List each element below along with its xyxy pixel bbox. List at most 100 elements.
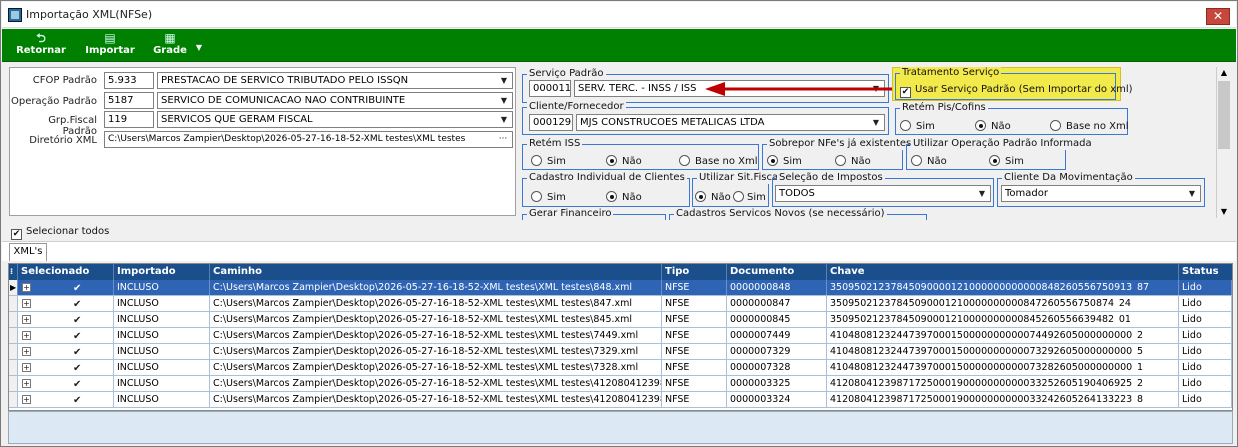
- row-checkbox[interactable]: ✔: [73, 377, 81, 391]
- col-selecionado[interactable]: Selecionado: [18, 264, 114, 280]
- utilizar-op-sim[interactable]: Sim: [989, 155, 1024, 167]
- sobrepor-sim[interactable]: Sim: [767, 155, 802, 167]
- column-chooser-icon[interactable]: ⁝: [9, 264, 18, 280]
- expand-icon[interactable]: +: [22, 347, 31, 356]
- cliente-title: Cliente/Fornecedor: [527, 101, 626, 113]
- grp-fiscal-desc-field[interactable]: SERVICOS QUE GERAM FISCAL ▼: [157, 111, 513, 128]
- retem-pis-nao[interactable]: Não: [975, 120, 1011, 132]
- col-documento[interactable]: Documento: [727, 264, 827, 280]
- col-chave[interactable]: Chave: [827, 264, 1179, 280]
- cell-chave: 3509502123784509000012100000000000084826…: [827, 280, 1179, 295]
- cell-importado: INCLUSO: [114, 376, 210, 391]
- scroll-down-icon[interactable]: ▼: [1217, 206, 1231, 218]
- scroll-thumb[interactable]: [1218, 81, 1230, 149]
- col-status[interactable]: Status: [1179, 264, 1232, 280]
- radio-icon: [911, 155, 922, 166]
- row-checkbox[interactable]: ✔: [73, 361, 81, 375]
- tratamento-checkbox[interactable]: ✔ Usar Serviço Padrão (Sem Importar do xm…: [900, 84, 1133, 98]
- grade-dropdown-icon[interactable]: ▼: [194, 43, 204, 53]
- retem-pis-sim[interactable]: Sim: [900, 120, 935, 132]
- options-scrollbar[interactable]: ▲ ▼: [1216, 67, 1231, 218]
- operacao-code-field[interactable]: 5187: [104, 92, 154, 109]
- tratamento-option-label: Usar Serviço Padrão (Sem Importar do xml…: [915, 84, 1133, 95]
- retem-iss-sim[interactable]: Sim: [531, 155, 566, 167]
- diretorio-field[interactable]: C:\Users\Marcos Zampier\Desktop\2026-05-…: [104, 131, 513, 148]
- grade-button[interactable]: ▦ Grade: [150, 31, 190, 59]
- table-row[interactable]: + ✔ INCLUSO C:\Users\Marcos Zampier\Desktop…: [9, 360, 1232, 376]
- col-tipo[interactable]: Tipo: [662, 264, 727, 280]
- browse-button[interactable]: ···: [496, 132, 510, 147]
- close-button[interactable]: ✕: [1206, 8, 1230, 25]
- grid-footer: [9, 409, 1232, 410]
- chevron-down-icon[interactable]: ▼: [870, 115, 882, 130]
- cliente-mov-title: Cliente Da Movimentação: [1002, 172, 1135, 184]
- cfop-label: CFOP Padrão: [32, 75, 97, 86]
- row-checkbox[interactable]: ✔: [73, 329, 81, 343]
- cell-status: Lido: [1179, 376, 1232, 391]
- cell-importado: INCLUSO: [114, 392, 210, 407]
- sobrepor-nao[interactable]: Não: [835, 155, 871, 167]
- retem-iss-base[interactable]: Base no Xml: [679, 155, 758, 167]
- table-row[interactable]: + ✔ INCLUSO C:\Users\Marcos Zampier\Desktop…: [9, 312, 1232, 328]
- row-checkbox[interactable]: ✔: [73, 281, 81, 295]
- cfop-code-field[interactable]: 5.933: [104, 72, 154, 89]
- table-row[interactable]: + ✔ INCLUSO C:\Users\Marcos Zampier\Desktop…: [9, 392, 1232, 408]
- chevron-down-icon[interactable]: ▼: [1186, 186, 1198, 201]
- impostos-select[interactable]: TODOS ▼: [775, 185, 991, 202]
- table-row[interactable]: ▶ + ✔ INCLUSO C:\Users\Marcos Zampier\Deskto…: [9, 280, 1232, 296]
- table-row[interactable]: + ✔ INCLUSO C:\Users\Marcos Zampier\Desktop…: [9, 328, 1232, 344]
- retem-iss-nao[interactable]: Não: [606, 155, 642, 167]
- select-all-checkbox[interactable]: ✔ Selecionar todos: [11, 226, 109, 240]
- row-checkbox[interactable]: ✔: [73, 345, 81, 359]
- utilizar-op-nao[interactable]: Não: [911, 155, 947, 167]
- expand-icon[interactable]: +: [22, 395, 31, 404]
- chevron-down-icon[interactable]: ▼: [498, 93, 510, 108]
- operacao-desc-field[interactable]: SERVICO DE COMUNICACAO NAO CONTRIBUINTE ▼: [157, 92, 513, 109]
- radio-icon: [531, 191, 542, 202]
- cliente-desc-field[interactable]: MJS CONSTRUCOES METALICAS LTDA ▼: [576, 114, 885, 131]
- retem-pis-base[interactable]: Base no Xml: [1050, 120, 1129, 132]
- row-checkbox[interactable]: ✔: [73, 313, 81, 327]
- sit-fiscal-nao[interactable]: Não: [695, 191, 731, 203]
- cell-chave: 3509502123784509000121000000000084526055…: [827, 312, 1179, 327]
- cadastro-ind-sim[interactable]: Sim: [531, 191, 566, 203]
- cell-status: Lido: [1179, 328, 1232, 343]
- servico-desc-text: SERV. TERC. - INSS / ISS: [578, 83, 697, 94]
- table-row[interactable]: + ✔ INCLUSO C:\Users\Marcos Zampier\Desktop…: [9, 296, 1232, 312]
- expand-icon[interactable]: +: [22, 331, 31, 340]
- radio-selected-icon: [695, 191, 706, 202]
- col-importado[interactable]: Importado: [114, 264, 210, 280]
- cell-caminho: C:\Users\Marcos Zampier\Desktop\2026-05-…: [210, 296, 662, 311]
- table-row[interactable]: + ✔ INCLUSO C:\Users\Marcos Zampier\Desktop…: [9, 344, 1232, 360]
- importar-button[interactable]: ▤ Importar: [84, 31, 136, 59]
- chevron-down-icon[interactable]: ▼: [498, 73, 510, 88]
- retornar-button[interactable]: ⮌ Retornar: [16, 31, 66, 59]
- expand-icon[interactable]: +: [22, 283, 31, 292]
- servico-code-field[interactable]: 000011: [529, 80, 571, 97]
- cell-chave: 4120804123987172500019000000000003324260…: [827, 392, 1179, 407]
- cfop-desc-field[interactable]: PRESTACAO DE SERVICO TRIBUTADO PELO ISSQ…: [157, 72, 513, 89]
- expand-icon[interactable]: +: [22, 315, 31, 324]
- cadastro-ind-nao[interactable]: Não: [606, 191, 642, 203]
- cell-caminho: C:\Users\Marcos Zampier\Desktop\2026-05-…: [210, 376, 662, 391]
- table-row[interactable]: + ✔ INCLUSO C:\Users\Marcos Zampier\Desktop…: [9, 376, 1232, 392]
- cell-tipo: NFSE: [662, 376, 727, 391]
- scroll-up-icon[interactable]: ▲: [1217, 67, 1231, 79]
- sit-fiscal-sim[interactable]: Sim: [733, 191, 766, 203]
- row-indicator: [9, 296, 18, 311]
- col-caminho[interactable]: Caminho: [210, 264, 662, 280]
- radio-selected-icon: [975, 120, 986, 131]
- cliente-mov-select[interactable]: Tomador ▼: [1001, 185, 1201, 202]
- expand-icon[interactable]: +: [22, 363, 31, 372]
- grp-fiscal-code-field[interactable]: 119: [104, 111, 154, 128]
- tab-xmls[interactable]: XML's: [9, 243, 47, 261]
- row-checkbox[interactable]: ✔: [73, 297, 81, 311]
- chevron-down-icon[interactable]: ▼: [498, 112, 510, 127]
- chevron-down-icon[interactable]: ▼: [976, 186, 988, 201]
- expand-icon[interactable]: +: [22, 299, 31, 308]
- cliente-code-field[interactable]: 0001293: [529, 114, 573, 131]
- expand-icon[interactable]: +: [22, 379, 31, 388]
- row-checkbox[interactable]: ✔: [73, 393, 81, 407]
- select-all-label: Selecionar todos: [26, 226, 110, 237]
- cell-documento: 0000000845: [727, 312, 827, 327]
